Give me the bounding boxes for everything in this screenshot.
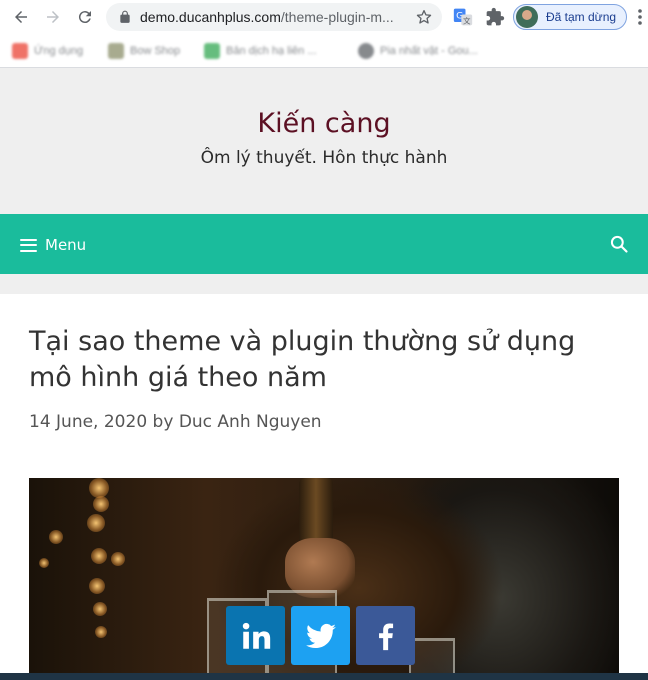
translate-icon[interactable]: G文 [453, 7, 473, 27]
avatar [516, 6, 538, 28]
forward-arrow-icon[interactable] [42, 6, 64, 28]
share-twitter-button[interactable] [291, 606, 350, 665]
bookmark-label: Pia nhất vật - Gou... [380, 45, 478, 57]
search-icon[interactable] [609, 234, 629, 254]
post-title[interactable]: Tại sao theme và plugin thường sử dụng m… [29, 324, 619, 396]
facebook-icon [378, 623, 393, 650]
url-host: demo.ducanhplus.com [140, 9, 281, 25]
url-text[interactable]: demo.ducanhplus.com/theme-plugin-m... [140, 9, 394, 25]
bookmark-label: Bow Shop [130, 45, 181, 57]
back-arrow-icon[interactable] [10, 6, 32, 28]
share-linkedin-button[interactable] [226, 606, 285, 665]
bookmark-item[interactable]: Bow Shop [108, 43, 180, 59]
bookmark-item[interactable]: Pia nhất vật - Gou... [358, 43, 478, 59]
bookmark-favicon [358, 43, 374, 59]
bookmark-item[interactable]: Ứng dụng [12, 43, 83, 59]
linkedin-icon [242, 622, 270, 649]
bookmark-item[interactable]: Bản dịch hạ liên ... [204, 43, 317, 59]
bookmark-label: Bản dịch hạ liên ... [226, 45, 317, 57]
taskbar-edge [0, 673, 648, 680]
featured-image [29, 478, 619, 680]
post-by: by [152, 412, 174, 432]
post-meta: 14 June, 2020 by Duc Anh Nguyen [29, 412, 322, 432]
svg-text:文: 文 [463, 15, 471, 25]
site-tagline: Ôm lý thuyết. Hôn thực hành [200, 148, 448, 168]
address-bar[interactable]: demo.ducanhplus.com/theme-plugin-m... [106, 3, 442, 31]
bookmark-label: Ứng dụng [34, 45, 84, 57]
site-header: Kiến càng Ôm lý thuyết. Hôn thực hành [0, 68, 648, 214]
drive-icon [204, 43, 220, 59]
browser-toolbar: demo.ducanhplus.com/theme-plugin-m... G文… [0, 0, 648, 34]
reload-icon[interactable] [74, 6, 96, 28]
content-spacer [0, 274, 648, 294]
menu-label: Menu [45, 236, 87, 254]
twitter-icon [305, 623, 336, 648]
hand [285, 538, 355, 598]
post-content: Tại sao theme và plugin thường sử dụng m… [0, 294, 648, 680]
url-path: /theme-plugin-m... [280, 9, 394, 25]
lock-icon[interactable] [118, 10, 132, 24]
profile-button[interactable]: Đã tạm dừng [513, 4, 627, 30]
bookmark-favicon [108, 43, 124, 59]
star-icon[interactable] [416, 9, 432, 25]
share-facebook-button[interactable] [356, 606, 415, 665]
apps-icon [12, 43, 28, 59]
primary-navbar: Menu [0, 214, 648, 274]
profile-status-label: Đã tạm dừng [546, 10, 617, 24]
menu-toggle-button[interactable]: Menu [20, 234, 86, 256]
site-title[interactable]: Kiến càng [0, 108, 648, 139]
kebab-menu-icon[interactable] [636, 8, 644, 26]
bookmarks-bar: Ứng dụng Bow Shop Bản dịch hạ liên ... P… [0, 34, 648, 68]
browser-chrome: demo.ducanhplus.com/theme-plugin-m... G文… [0, 0, 648, 68]
puzzle-icon[interactable] [485, 7, 505, 27]
post-author[interactable]: Duc Anh Nguyen [179, 412, 322, 432]
post-date[interactable]: 14 June, 2020 [29, 412, 147, 432]
hamburger-icon [20, 238, 37, 252]
